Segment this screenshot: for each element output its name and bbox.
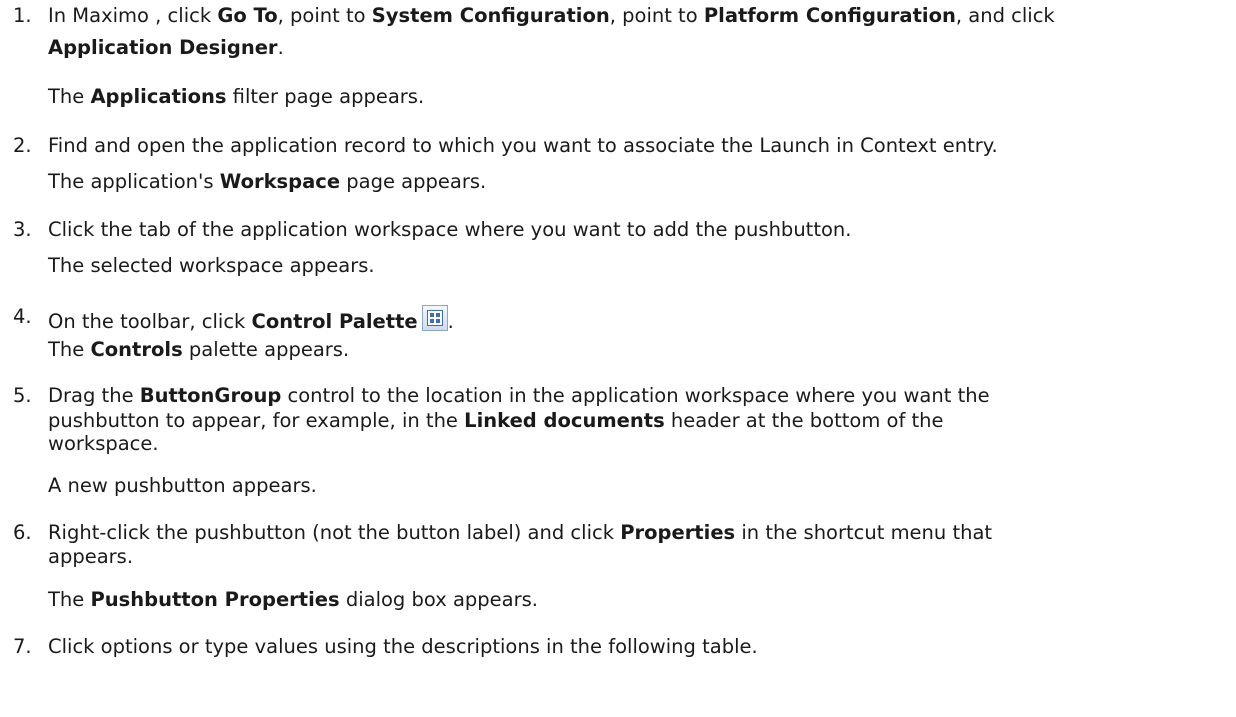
step-number: 7. <box>13 635 32 658</box>
step-result: A new pushbutton appears. <box>48 474 317 498</box>
step-instruction-line: On the toolbar, click Control Palette. <box>48 305 454 334</box>
text-run: filter page appears. <box>226 85 425 108</box>
text-run: The application's <box>48 170 220 193</box>
step-number: 1. <box>13 4 32 27</box>
text-run: appears. <box>48 545 134 568</box>
step-instruction-line: Drag the ButtonGroup control to the loca… <box>48 384 990 408</box>
text-run: The <box>48 338 91 361</box>
ui-term: Workspace <box>219 170 341 193</box>
text-run: Click options or type values using the d… <box>48 635 758 658</box>
step-number: 2. <box>13 134 32 157</box>
text-run: palette appears. <box>182 338 350 361</box>
text-run: , point to <box>609 4 704 27</box>
procedure-steps: 1. In Maximo , click Go To, point to Syst… <box>0 0 1236 717</box>
text-run: pushbutton to appear, for example, in th… <box>48 409 465 432</box>
text-run: Right-click the pushbutton (not the butt… <box>48 521 621 544</box>
ui-term: Pushbutton Properties <box>90 588 340 611</box>
ui-term: Platform Configuration <box>703 4 956 27</box>
step-instruction-line: appears. <box>48 545 133 569</box>
text-run: dialog box appears. <box>339 588 538 611</box>
step-result: The application's Workspace page appears… <box>48 170 486 194</box>
text-run: workspace. <box>48 432 159 455</box>
text-run: The selected workspace appears. <box>48 254 375 277</box>
text-run: in the shortcut menu that <box>735 521 993 544</box>
text-run: In Maximo , click <box>48 4 218 27</box>
step-result: The Applications filter page appears. <box>48 85 424 109</box>
control-palette-icon <box>421 305 448 331</box>
ui-term: ButtonGroup <box>139 384 282 407</box>
step-instruction-line: In Maximo , click Go To, point to System… <box>48 4 1055 28</box>
ui-term: System Configuration <box>371 4 610 27</box>
step-instruction-line: Click options or type values using the d… <box>48 635 758 659</box>
ui-term: Linked documents <box>464 409 665 432</box>
step-instruction-line: workspace. <box>48 432 159 456</box>
step-result: The Pushbutton Properties dialog box app… <box>48 588 538 612</box>
step-result: The selected workspace appears. <box>48 254 375 278</box>
step-instruction-line: Application Designer. <box>48 36 284 60</box>
step-number: 5. <box>13 384 32 407</box>
text-run: header at the bottom of the <box>664 409 944 432</box>
step-number: 4. <box>13 305 32 328</box>
text-run: On the toolbar, click <box>48 310 252 333</box>
ui-term: Properties <box>620 521 736 544</box>
text-run: . <box>447 310 454 333</box>
step-number: 3. <box>13 218 32 241</box>
ui-term: Application Designer <box>48 36 278 59</box>
text-run: page appears. <box>340 170 487 193</box>
ui-term: Go To <box>217 4 278 27</box>
step-instruction-line: Right-click the pushbutton (not the butt… <box>48 521 992 545</box>
step-instruction-line: pushbutton to appear, for example, in th… <box>48 409 944 433</box>
ui-term: Applications <box>90 85 227 108</box>
text-run: Click the tab of the application workspa… <box>48 218 852 241</box>
ui-term: Control Palette <box>251 310 418 333</box>
ui-term: Controls <box>90 338 183 361</box>
text-run: control to the location in the applicati… <box>281 384 990 407</box>
step-number: 6. <box>13 521 32 544</box>
text-run: A new pushbutton appears. <box>48 474 317 497</box>
text-run: . <box>277 36 284 59</box>
text-run: , point to <box>277 4 372 27</box>
text-run: Drag the <box>48 384 140 407</box>
step-instruction-line: Click the tab of the application workspa… <box>48 218 851 242</box>
text-run: The <box>48 588 91 611</box>
step-result: The Controls palette appears. <box>48 338 349 362</box>
text-run: , and click <box>955 4 1055 27</box>
step-instruction-line: Find and open the application record to … <box>48 134 998 158</box>
text-run: Find and open the application record to … <box>48 134 998 157</box>
text-run: The <box>48 85 91 108</box>
